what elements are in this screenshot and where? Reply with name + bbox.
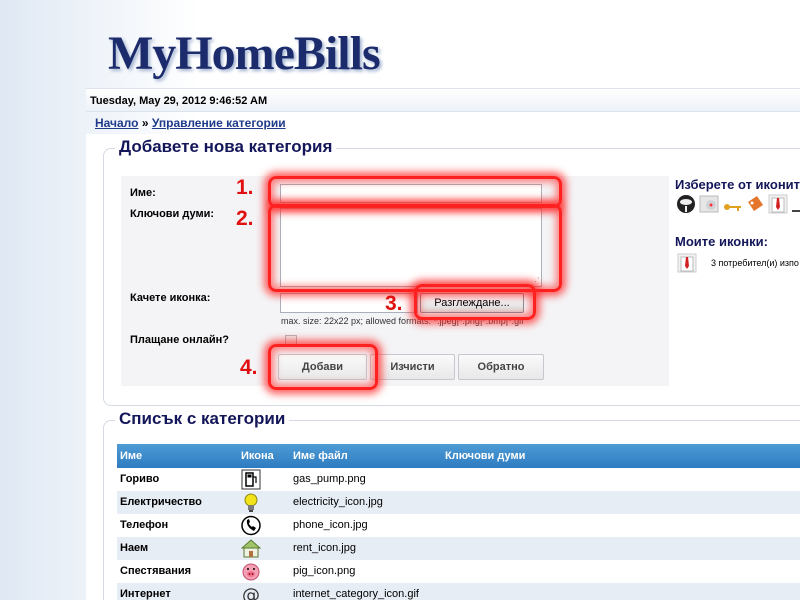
browse-button[interactable]: Разглеждане...	[420, 293, 524, 313]
add-button[interactable]: Добави	[278, 354, 367, 380]
row-name: Телефон	[120, 519, 169, 531]
annotation-2: 2.	[236, 207, 254, 230]
current-datetime: Tuesday, May 29, 2012 9:46:52 AM	[90, 95, 268, 107]
gas-pump-icon	[241, 469, 261, 490]
lightbulb-icon	[241, 492, 261, 513]
col-icon[interactable]: Икона	[241, 450, 274, 462]
phone-icon	[241, 515, 261, 536]
breadcrumb-separator: »	[141, 116, 149, 130]
choose-icons-title: Изберете от иконит	[675, 177, 800, 192]
underscore-mark	[792, 210, 800, 212]
table-row[interactable]: Електричество electricity_icon.jpg	[117, 491, 800, 514]
row-name: Електричество	[120, 496, 202, 508]
row-name: Гориво	[120, 473, 160, 485]
row-file: phone_icon.jpg	[293, 519, 368, 531]
disc-icon[interactable]	[699, 194, 719, 214]
table-row[interactable]: Интернет @ internet_category_icon.gif	[117, 583, 800, 600]
col-filename[interactable]: Име файл	[293, 450, 348, 462]
site-logo[interactable]: MyHomeBills	[108, 26, 381, 82]
clear-button[interactable]: Изчисти	[370, 354, 455, 380]
row-name: Интернет	[120, 588, 171, 600]
tag-icon[interactable]	[745, 194, 765, 214]
add-category-title: Добавете нова категория	[115, 137, 337, 157]
name-input[interactable]	[280, 184, 542, 203]
online-payment-label: Плащане онлайн?	[130, 334, 229, 346]
annotation-3: 3.	[385, 292, 403, 315]
breadcrumb-current-link[interactable]: Управление категории	[152, 116, 286, 130]
resize-grip-icon[interactable]: ⋰	[531, 277, 540, 286]
annotation-1: 1.	[236, 176, 254, 199]
row-file: electricity_icon.jpg	[293, 496, 383, 508]
my-icon-usage: 3 потребител(и) изпо	[711, 258, 799, 268]
keywords-textarea[interactable]: ⋰	[280, 208, 542, 287]
row-file: pig_icon.png	[293, 565, 356, 577]
upload-icon-label: Качете иконка:	[130, 292, 211, 304]
barbecue-icon[interactable]	[676, 194, 696, 214]
piggy-bank-icon	[241, 561, 261, 582]
table-header: Име Икона Име файл Ключови думи	[117, 444, 800, 468]
breadcrumb-home-link[interactable]: Начало	[95, 116, 138, 130]
key-icon[interactable]	[722, 194, 742, 214]
row-file: gas_pump.png	[293, 473, 366, 485]
name-label: Име:	[130, 187, 156, 199]
shirt-icon[interactable]	[768, 194, 788, 214]
row-file: internet_category_icon.gif	[293, 588, 419, 600]
svg-text:@: @	[242, 585, 260, 600]
row-name: Наем	[120, 542, 149, 554]
annotation-4: 4.	[240, 356, 258, 379]
table-row[interactable]: Телефон phone_icon.jpg	[117, 514, 800, 537]
row-file: rent_icon.jpg	[293, 542, 356, 554]
date-bar: Tuesday, May 29, 2012 9:46:52 AM	[86, 88, 800, 112]
table-row[interactable]: Спестявания pig_icon.png	[117, 560, 800, 583]
at-sign-icon: @	[241, 584, 261, 600]
breadcrumb: Начало » Управление категории	[95, 116, 286, 130]
back-button[interactable]: Обратно	[458, 354, 544, 380]
keywords-label: Ключови думи:	[130, 208, 215, 220]
row-name: Спестявания	[120, 565, 192, 577]
my-icons-title: Моите иконки:	[675, 234, 768, 249]
online-payment-checkbox[interactable]	[285, 335, 297, 347]
table-row[interactable]: Гориво gas_pump.png	[117, 468, 800, 491]
col-keywords[interactable]: Ключови думи	[445, 450, 525, 462]
col-name[interactable]: Име	[120, 450, 142, 462]
category-list-title: Списък с категории	[115, 409, 290, 429]
my-shirt-icon[interactable]	[677, 253, 697, 273]
table-row[interactable]: Наем rent_icon.jpg	[117, 537, 800, 560]
house-icon	[240, 538, 262, 559]
upload-hint: max. size: 22x22 px; allowed formats: *.…	[281, 316, 524, 326]
